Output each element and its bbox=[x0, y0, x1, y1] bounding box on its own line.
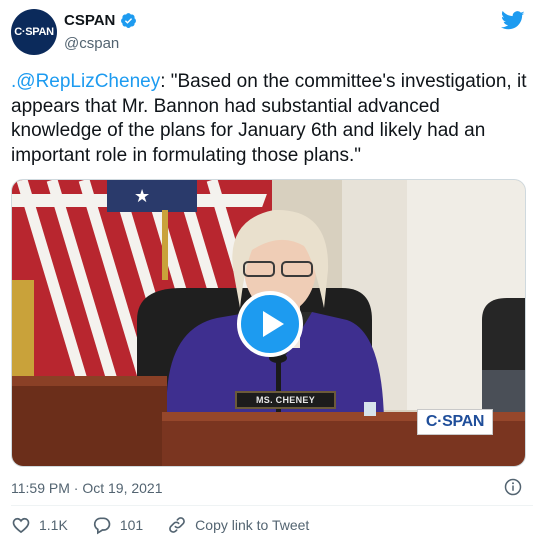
reply-button[interactable]: 101 bbox=[92, 515, 143, 535]
play-button[interactable] bbox=[237, 291, 303, 357]
network-bug: C·SPAN bbox=[417, 409, 493, 435]
like-count: 1.1K bbox=[39, 517, 68, 533]
reply-count: 101 bbox=[119, 517, 144, 533]
avatar[interactable]: C·SPAN bbox=[11, 9, 57, 55]
like-button[interactable]: 1.1K bbox=[11, 515, 68, 535]
video-player[interactable]: ★ MS. CHENEY C·SPAN bbox=[11, 179, 526, 467]
svg-text:★: ★ bbox=[134, 186, 150, 207]
heart-icon bbox=[12, 517, 30, 534]
avatar-text: C·SPAN bbox=[14, 26, 54, 38]
display-name[interactable]: CSPAN bbox=[64, 12, 115, 29]
author-name-row[interactable]: CSPAN bbox=[64, 12, 137, 29]
timestamp[interactable]: 11:59 PM · Oct 19, 2021 bbox=[11, 480, 163, 496]
action-bar: 1.1K 101 Copy link to Tweet bbox=[11, 515, 333, 535]
handle[interactable]: @cspan bbox=[64, 35, 119, 52]
link-icon bbox=[169, 517, 186, 533]
copy-link-label: Copy link to Tweet bbox=[195, 517, 310, 533]
divider bbox=[11, 505, 533, 506]
verified-badge-icon bbox=[121, 13, 137, 28]
nameplate: MS. CHENEY bbox=[235, 391, 336, 409]
tweet-text: .@RepLizCheney: "Based on the committee'… bbox=[11, 70, 531, 168]
tweet-card: C·SPAN CSPAN @cspan .@RepLizCheney: "Bas… bbox=[0, 0, 544, 541]
play-icon bbox=[262, 311, 284, 337]
twitter-bird-icon[interactable] bbox=[501, 11, 525, 31]
mention-link[interactable]: .@RepLizCheney bbox=[11, 71, 160, 92]
reply-bubble-icon bbox=[93, 517, 111, 535]
copy-link-button[interactable]: Copy link to Tweet bbox=[167, 515, 309, 535]
info-icon[interactable] bbox=[504, 478, 522, 496]
